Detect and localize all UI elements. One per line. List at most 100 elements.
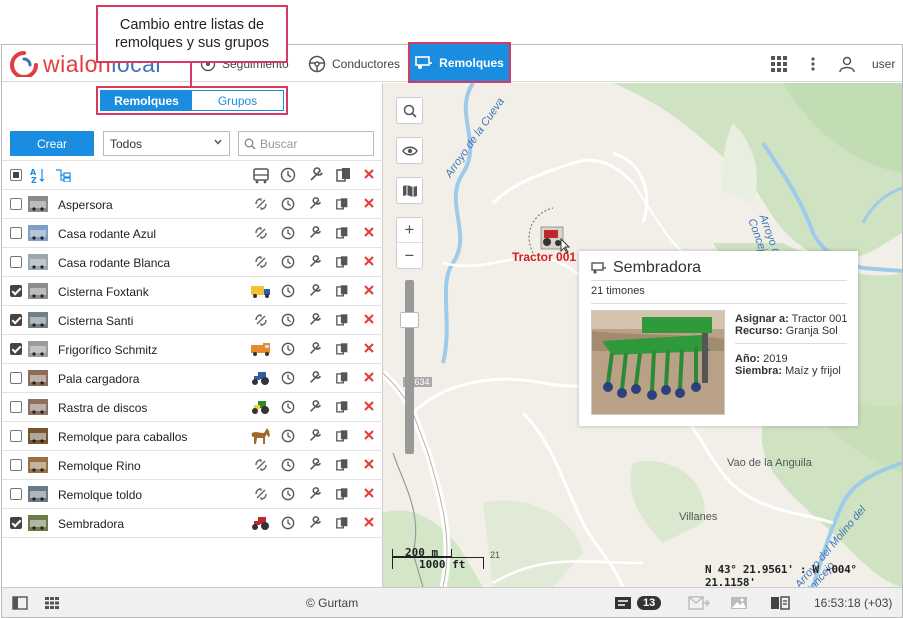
copy-icon[interactable] [336, 226, 349, 243]
row-checkbox[interactable] [10, 488, 22, 500]
delete-icon[interactable] [363, 371, 375, 386]
copy-column-icon[interactable] [336, 167, 352, 183]
toggle-grupos[interactable]: Grupos [192, 91, 283, 110]
gallery-icon[interactable] [730, 588, 748, 618]
edit-wrench-icon[interactable] [308, 197, 322, 214]
row-checkbox[interactable] [10, 343, 22, 355]
edit-wrench-icon[interactable] [308, 429, 322, 446]
history-icon[interactable] [281, 342, 295, 359]
trailer-row[interactable]: Sembradora [2, 509, 383, 538]
unit-map-label[interactable]: Tractor 001 [512, 250, 576, 264]
trailer-row[interactable]: Pala cargadora [2, 364, 383, 393]
delete-icon[interactable] [363, 342, 375, 357]
unassigned-unit-icon[interactable] [250, 311, 272, 329]
tractor-blue-unit-icon[interactable] [250, 369, 272, 387]
unassigned-unit-icon[interactable] [250, 456, 272, 474]
edit-wrench-icon[interactable] [308, 458, 322, 475]
grid-view-icon[interactable] [44, 588, 60, 618]
history-icon[interactable] [281, 197, 295, 214]
delete-icon[interactable] [363, 487, 375, 502]
filter-select[interactable]: Todos [103, 131, 230, 156]
copy-icon[interactable] [336, 487, 349, 504]
row-checkbox[interactable] [10, 227, 22, 239]
row-checkbox[interactable] [10, 285, 22, 297]
nav-conductores[interactable]: Conductores [308, 45, 400, 82]
history-icon[interactable] [281, 458, 295, 475]
horse-unit-icon[interactable] [250, 427, 272, 445]
trailer-row[interactable]: Casa rodante Blanca [2, 248, 383, 277]
notifications-icon[interactable] [688, 588, 710, 618]
delete-icon[interactable] [363, 429, 375, 444]
delete-icon[interactable] [363, 226, 375, 241]
unassigned-unit-icon[interactable] [250, 253, 272, 271]
delete-all-icon[interactable] [363, 168, 375, 180]
reports-icon[interactable] [770, 588, 790, 618]
nav-remolques[interactable]: Remolques [408, 42, 511, 83]
select-all-checkbox[interactable] [10, 169, 22, 181]
delete-icon[interactable] [363, 313, 375, 328]
copy-icon[interactable] [336, 371, 349, 388]
zoom-slider[interactable] [405, 280, 414, 454]
wrench-column-icon[interactable] [308, 167, 324, 183]
edit-wrench-icon[interactable] [308, 371, 322, 388]
copy-icon[interactable] [336, 342, 349, 359]
edit-wrench-icon[interactable] [308, 516, 322, 533]
trailer-row[interactable]: Cisterna Santi [2, 306, 383, 335]
trailer-row[interactable]: Casa rodante Azul [2, 219, 383, 248]
copy-icon[interactable] [336, 197, 349, 214]
sort-az-icon[interactable]: A Z [30, 167, 46, 184]
edit-wrench-icon[interactable] [308, 487, 322, 504]
messages-indicator[interactable]: 13 [614, 588, 662, 618]
history-icon[interactable] [281, 226, 295, 243]
delete-icon[interactable] [363, 516, 375, 531]
trailer-row[interactable]: Aspersora [2, 190, 383, 219]
map-search-button[interactable] [396, 97, 423, 124]
trailer-row[interactable]: Remolque Rino [2, 451, 383, 480]
history-icon[interactable] [281, 313, 295, 330]
row-checkbox[interactable] [10, 314, 22, 326]
row-checkbox[interactable] [10, 517, 22, 529]
row-checkbox[interactable] [10, 198, 22, 210]
trailer-row[interactable]: Rastra de discos [2, 393, 383, 422]
history-icon[interactable] [281, 487, 295, 504]
map-layers-button[interactable] [396, 177, 423, 204]
history-icon[interactable] [281, 284, 295, 301]
copy-icon[interactable] [336, 255, 349, 272]
edit-wrench-icon[interactable] [308, 284, 322, 301]
trailer-row[interactable]: Frigorífico Schmitz [2, 335, 383, 364]
copy-icon[interactable] [336, 284, 349, 301]
user-icon[interactable] [838, 45, 856, 82]
tractor-green-unit-icon[interactable] [250, 398, 272, 416]
history-icon[interactable] [281, 371, 295, 388]
copy-icon[interactable] [336, 458, 349, 475]
delete-icon[interactable] [363, 400, 375, 415]
unit-column-icon[interactable] [252, 168, 270, 184]
copy-icon[interactable] [336, 516, 349, 533]
unassigned-unit-icon[interactable] [250, 224, 272, 242]
apps-icon[interactable] [770, 45, 788, 82]
truck-yellow-unit-icon[interactable] [250, 282, 272, 300]
edit-wrench-icon[interactable] [308, 342, 322, 359]
create-button[interactable]: Crear [10, 131, 94, 156]
row-checkbox[interactable] [10, 372, 22, 384]
group-tree-icon[interactable] [55, 168, 71, 182]
trailer-row[interactable]: Remolque para caballos [2, 422, 383, 451]
history-icon[interactable] [281, 516, 295, 533]
tractor-red-unit-icon[interactable] [250, 514, 272, 532]
history-icon[interactable] [281, 400, 295, 417]
unassigned-unit-icon[interactable] [250, 195, 272, 213]
trailer-row[interactable]: Cisterna Foxtank [2, 277, 383, 306]
row-checkbox[interactable] [10, 430, 22, 442]
toggle-remolques[interactable]: Remolques [101, 91, 192, 110]
delete-icon[interactable] [363, 458, 375, 473]
delete-icon[interactable] [363, 255, 375, 270]
more-menu-icon[interactable] [810, 45, 816, 82]
zoom-out-button[interactable]: − [397, 243, 422, 268]
copy-icon[interactable] [336, 400, 349, 417]
tractor-map-icon[interactable] [535, 219, 571, 253]
row-checkbox[interactable] [10, 256, 22, 268]
row-checkbox[interactable] [10, 401, 22, 413]
copy-icon[interactable] [336, 313, 349, 330]
edit-wrench-icon[interactable] [308, 255, 322, 272]
panel-toggle-icon[interactable] [12, 588, 28, 618]
